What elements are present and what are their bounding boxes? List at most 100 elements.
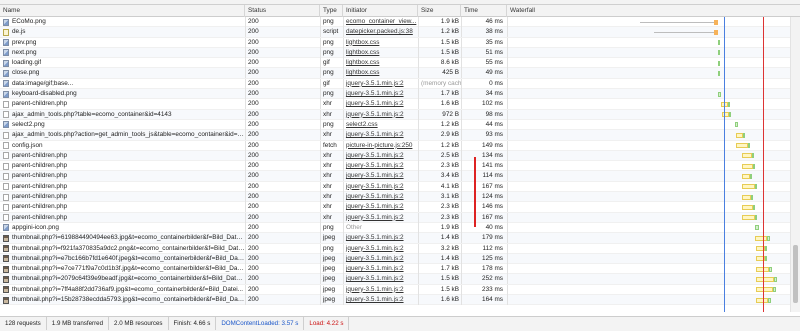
- request-initiator[interactable]: jquery-3.5.1.min.js:2: [343, 233, 418, 243]
- request-row[interactable]: keyboard-disabled.png 200 png jquery-3.5.1.…: [0, 89, 790, 100]
- request-name-cell[interactable]: appgini-icon.png: [0, 223, 245, 233]
- request-initiator[interactable]: jquery-3.5.1.min.js:2: [343, 244, 418, 254]
- request-name-cell[interactable]: thumbnail.php?i=7ff4a88f2dd736af9.jpg&t=…: [0, 285, 245, 295]
- request-initiator[interactable]: datepicker.packed.js:38: [343, 27, 418, 37]
- request-name[interactable]: select2.png: [12, 120, 45, 130]
- request-initiator[interactable]: jquery-3.5.1.min.js:2: [343, 192, 418, 202]
- column-header-type[interactable]: Type: [320, 5, 343, 17]
- request-name[interactable]: de.js: [12, 27, 26, 37]
- request-name-cell[interactable]: close.png: [0, 68, 245, 78]
- request-name[interactable]: parent-children.php: [12, 151, 67, 161]
- request-name-cell[interactable]: ajax_admin_tools.php?action=get_admin_to…: [0, 130, 245, 140]
- column-header-size[interactable]: Size: [418, 5, 461, 17]
- request-row[interactable]: parent-children.php 200 xhr jquery-3.5.1.mi…: [0, 212, 790, 223]
- request-name-cell[interactable]: thumbnail.php?i=e7bc166b7fd1e640f.jpeg&t…: [0, 254, 245, 264]
- request-initiator[interactable]: jquery-3.5.1.min.js:2: [343, 161, 418, 171]
- request-initiator[interactable]: lightbox.css: [343, 58, 418, 68]
- request-name[interactable]: parent-children.php: [12, 202, 67, 212]
- request-row[interactable]: thumbnail.php?i=e7bc166b7fd1e640f.jpeg&t…: [0, 253, 790, 265]
- request-name[interactable]: parent-children.php: [12, 182, 67, 192]
- request-initiator[interactable]: jquery-3.5.1.min.js:2: [343, 264, 418, 274]
- request-name[interactable]: close.png: [12, 68, 39, 78]
- request-name-cell[interactable]: next.png: [0, 48, 245, 58]
- request-name-cell[interactable]: parent-children.php: [0, 192, 245, 202]
- request-row[interactable]: parent-children.php 200 xhr jquery-3.5.1.mi…: [0, 161, 790, 172]
- request-initiator[interactable]: lightbox.css: [343, 68, 418, 78]
- request-row[interactable]: thumbnail.php?i=f921fa370835a9dc2.png&t=…: [0, 243, 790, 254]
- request-name[interactable]: parent-children.php: [12, 192, 67, 202]
- request-name-cell[interactable]: ajax_admin_tools.php?table=ecomo_contain…: [0, 110, 245, 120]
- request-row[interactable]: select2.png 200 png select2.css 1.2 kB 44 ms: [0, 119, 790, 131]
- request-name[interactable]: parent-children.php: [12, 213, 67, 223]
- request-initiator[interactable]: jquery-3.5.1.min.js:2: [343, 130, 418, 140]
- request-name-cell[interactable]: thumbnail.php?i=15b28738ecdda5793.jpg&t=…: [0, 295, 245, 305]
- request-row[interactable]: loading.gif 200 gif lightbox.css 8.6 kB 55 ms: [0, 58, 790, 69]
- request-name-cell[interactable]: parent-children.php: [0, 99, 245, 109]
- request-row[interactable]: thumbnail.php?i=619884490494ee63.jpg&t=e…: [0, 233, 790, 244]
- request-row[interactable]: de.js 200 script datepicker.packed.js:38 1.2…: [0, 27, 790, 38]
- request-initiator[interactable]: jquery-3.5.1.min.js:2: [343, 89, 418, 99]
- request-initiator[interactable]: picture-in-picture.js:250: [343, 141, 418, 151]
- request-initiator[interactable]: jquery-3.5.1.min.js:2: [343, 213, 418, 223]
- request-name[interactable]: config.json: [12, 141, 43, 151]
- request-initiator[interactable]: jquery-3.5.1.min.js:2: [343, 171, 418, 181]
- request-name[interactable]: thumbnail.php?i=619884490494ee63.jpg&t=e…: [12, 233, 245, 243]
- request-name-cell[interactable]: ECoMo.png: [0, 17, 245, 27]
- request-name[interactable]: loading.gif: [12, 58, 41, 68]
- request-name-cell[interactable]: prev.png: [0, 38, 245, 48]
- request-initiator[interactable]: select2.css: [343, 120, 418, 130]
- column-header-status[interactable]: Status: [245, 5, 320, 17]
- request-initiator[interactable]: ecomo_container_view...: [343, 17, 418, 27]
- request-name-cell[interactable]: data:image/gif;base...: [0, 79, 245, 89]
- request-name[interactable]: parent-children.php: [12, 161, 67, 171]
- request-row[interactable]: parent-children.php 200 xhr jquery-3.5.1.mi…: [0, 181, 790, 193]
- request-name[interactable]: thumbnail.php?i=7ff4a88f2dd736af9.jpg&t=…: [12, 285, 243, 295]
- request-name-cell[interactable]: keyboard-disabled.png: [0, 89, 245, 99]
- request-row[interactable]: ECoMo.png 200 png ecomo_container_view... 1.…: [0, 17, 790, 28]
- request-name-cell[interactable]: select2.png: [0, 120, 245, 130]
- request-name[interactable]: prev.png: [12, 38, 36, 48]
- request-name[interactable]: appgini-icon.png: [12, 223, 59, 233]
- request-name-cell[interactable]: parent-children.php: [0, 151, 245, 161]
- request-name-cell[interactable]: config.json: [0, 141, 245, 151]
- request-initiator[interactable]: jquery-3.5.1.min.js:2: [343, 254, 418, 264]
- request-name-cell[interactable]: thumbnail.php?i=f921fa370835a9dc2.png&t=…: [0, 244, 245, 254]
- request-name[interactable]: ECoMo.png: [12, 17, 46, 27]
- scrollbar-thumb[interactable]: [793, 245, 798, 303]
- request-initiator[interactable]: jquery-3.5.1.min.js:2: [343, 202, 418, 212]
- request-initiator[interactable]: lightbox.css: [343, 48, 418, 58]
- request-name-cell[interactable]: de.js: [0, 27, 245, 37]
- request-name-cell[interactable]: loading.gif: [0, 58, 245, 68]
- request-initiator[interactable]: jquery-3.5.1.min.js:2: [343, 295, 418, 305]
- request-name[interactable]: thumbnail.php?i=15b28738ecdda5793.jpg&t=…: [12, 295, 245, 305]
- request-name-cell[interactable]: parent-children.php: [0, 202, 245, 212]
- request-initiator[interactable]: jquery-3.5.1.min.js:2: [343, 151, 418, 161]
- request-row[interactable]: config.json 200 fetch picture-in-picture.js…: [0, 140, 790, 151]
- request-name-cell[interactable]: thumbnail.php?i=619884490494ee63.jpg&t=e…: [0, 233, 245, 243]
- request-row[interactable]: parent-children.php 200 xhr jquery-3.5.1.mi…: [0, 202, 790, 213]
- request-initiator[interactable]: jquery-3.5.1.min.js:2: [343, 274, 418, 284]
- request-row[interactable]: ajax_admin_tools.php?table=ecomo_contain…: [0, 109, 790, 120]
- request-initiator[interactable]: jquery-3.5.1.min.js:2: [343, 99, 418, 109]
- request-row[interactable]: parent-children.php 200 xhr jquery-3.5.1.mi…: [0, 192, 790, 203]
- request-name-cell[interactable]: parent-children.php: [0, 161, 245, 171]
- request-row[interactable]: parent-children.php 200 xhr jquery-3.5.1.mi…: [0, 99, 790, 110]
- request-row[interactable]: thumbnail.php?i=2079c64f39e9beadf.jpg&t=…: [0, 274, 790, 285]
- request-name[interactable]: keyboard-disabled.png: [12, 89, 77, 99]
- request-initiator[interactable]: jquery-3.5.1.min.js:2: [343, 110, 418, 120]
- column-header-name[interactable]: Name: [0, 5, 245, 17]
- request-row[interactable]: prev.png 200 png lightbox.css 1.5 kB 35 ms: [0, 37, 790, 48]
- request-initiator[interactable]: lightbox.css: [343, 38, 418, 48]
- column-header-initiator[interactable]: Initiator: [343, 5, 418, 17]
- request-name[interactable]: parent-children.php: [12, 99, 67, 109]
- request-row[interactable]: parent-children.php 200 xhr jquery-3.5.1.mi…: [0, 171, 790, 182]
- request-name-cell[interactable]: parent-children.php: [0, 213, 245, 223]
- request-name[interactable]: thumbnail.php?i=f921fa370835a9dc2.png&t=…: [12, 244, 245, 254]
- column-header-time[interactable]: Time: [461, 5, 507, 17]
- request-row[interactable]: close.png 200 png lightbox.css 425 B 49 ms: [0, 68, 790, 79]
- request-name[interactable]: ajax_admin_tools.php?action=get_admin_to…: [12, 130, 245, 140]
- column-header-waterfall[interactable]: Waterfall: [507, 5, 790, 17]
- request-name[interactable]: next.png: [12, 48, 37, 58]
- request-name-cell[interactable]: thumbnail.php?i=e7ce771f9a7c0d1b3f.jpg&t…: [0, 264, 245, 274]
- request-row[interactable]: appgini-icon.png 200 png Other 1.9 kB 40 ms: [0, 222, 790, 234]
